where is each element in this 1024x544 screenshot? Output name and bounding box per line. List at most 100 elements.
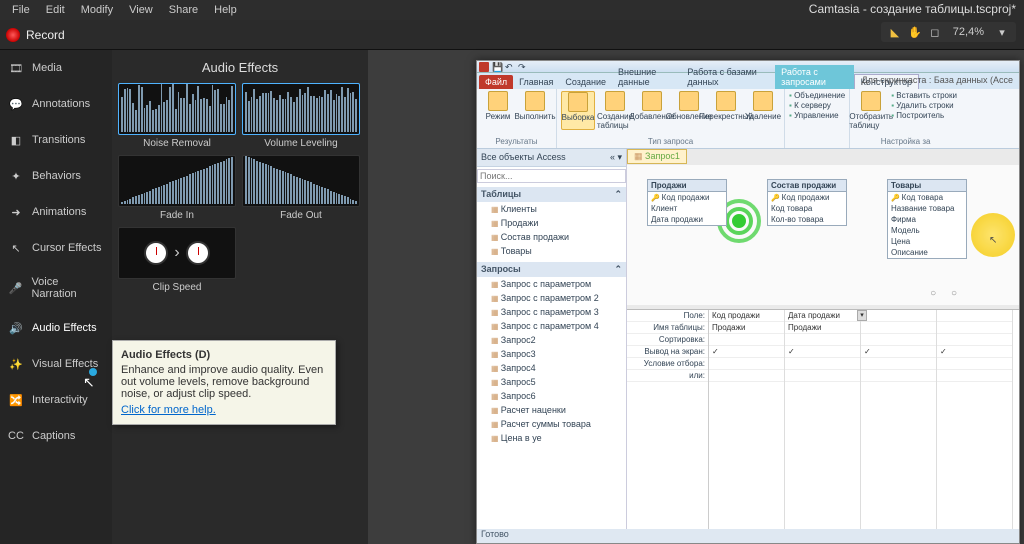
grid-sort-cell[interactable] (937, 334, 1012, 346)
fx-thumb-volume-leveling[interactable]: Volume Leveling (242, 83, 360, 149)
nav-item[interactable]: Клиенты (477, 202, 626, 216)
grid-sort-cell[interactable] (785, 334, 860, 346)
ribbon-small-item[interactable]: К серверу (789, 101, 845, 110)
relationship-canvas[interactable]: ○ ○ ПродажиКод продажиКлиентДата продажи… (627, 165, 1019, 305)
ribbon-btn-выполнить[interactable]: Выполнить (518, 91, 552, 121)
grid-or-cell[interactable] (709, 370, 784, 382)
qat-save-icon[interactable]: 💾 (492, 62, 502, 72)
nav-item[interactable]: Запрос с параметром (477, 277, 626, 291)
grid-field-cell[interactable]: Код продажи (709, 310, 784, 322)
grid-field-cell[interactable] (937, 310, 1012, 322)
nav-item[interactable]: Запрос с параметром 3 (477, 305, 626, 319)
sidebar-item-behaviors[interactable]: ✦Behaviors (0, 158, 112, 194)
table-field[interactable]: Описание (888, 247, 966, 258)
grid-show-checkbox[interactable] (861, 346, 936, 358)
grid-table-cell[interactable] (861, 322, 936, 334)
fx-thumb-noise-removal[interactable]: Noise Removal (118, 83, 236, 149)
grid-show-checkbox[interactable] (709, 346, 784, 358)
menu-view[interactable]: View (121, 4, 161, 16)
zoom-value[interactable]: 72,4% (947, 26, 990, 38)
field-dropdown-icon[interactable]: ▾ (857, 310, 867, 321)
table-field[interactable]: Клиент (648, 203, 726, 214)
table-field[interactable]: Фирма (888, 214, 966, 225)
grid-or-cell[interactable] (785, 370, 860, 382)
sidebar-item-audio-effects[interactable]: 🔊Audio Effects (0, 310, 112, 346)
table-box[interactable]: ТоварыКод товараНазвание товараФирмаМоде… (887, 179, 967, 259)
nav-header[interactable]: Все объекты Access« ▾ (477, 149, 626, 167)
tooltip-help-link[interactable]: Click for more help. (121, 404, 216, 416)
ribbon-tab-home[interactable]: Главная (513, 75, 559, 89)
sidebar-item-media[interactable]: 🎞Media (0, 50, 112, 86)
ribbon-small-item[interactable]: Построитель (891, 111, 957, 120)
sidebar-item-animations[interactable]: ➜Animations (0, 194, 112, 230)
menu-edit[interactable]: Edit (38, 4, 73, 16)
ribbon-tab-external[interactable]: Внешние данные (612, 65, 681, 89)
nav-group-header[interactable]: Запросы⌃ (477, 262, 626, 277)
ribbon-btn-удаление[interactable]: Удаление (746, 91, 780, 130)
grid-column[interactable] (937, 310, 1013, 529)
grid-show-checkbox[interactable] (937, 346, 1012, 358)
grid-field-cell[interactable]: Дата продажи (785, 310, 860, 322)
grid-show-checkbox[interactable] (785, 346, 860, 358)
nav-search-input[interactable] (477, 169, 626, 183)
grid-sort-cell[interactable] (709, 334, 784, 346)
menu-modify[interactable]: Modify (73, 4, 121, 16)
ribbon-tab-create[interactable]: Создание (559, 75, 612, 89)
ribbon-btn-отобразить-таблицу[interactable]: Отобразить таблицу (854, 91, 888, 130)
object-tab[interactable]: Запрос1 (627, 149, 687, 164)
menu-file[interactable]: File (4, 4, 38, 16)
grid-criteria-cell[interactable] (861, 358, 936, 370)
ribbon-btn-обновление[interactable]: Обновление (672, 91, 706, 130)
table-field[interactable]: Цена (888, 236, 966, 247)
ribbon-small-item[interactable]: Объединение (789, 91, 845, 100)
pointer-icon[interactable]: ◣ (887, 24, 903, 40)
ribbon-tab-file[interactable]: Файл (479, 75, 513, 89)
nav-group-header[interactable]: Таблицы⌃ (477, 187, 626, 202)
grid-table-cell[interactable] (937, 322, 1012, 334)
fx-thumb-fade-out[interactable]: Fade Out (242, 155, 360, 221)
grid-criteria-cell[interactable] (785, 358, 860, 370)
menu-share[interactable]: Share (161, 4, 206, 16)
qat-redo-icon[interactable]: ↷ (518, 62, 528, 72)
table-box[interactable]: Состав продажиКод продажиКод товараКол-в… (767, 179, 847, 226)
nav-item[interactable]: Продажи (477, 216, 626, 230)
grid-sort-cell[interactable] (861, 334, 936, 346)
query-grid[interactable]: Поле:Имя таблицы:Сортировка:Вывод на экр… (627, 309, 1019, 529)
nav-item[interactable]: Расчет наценки (477, 403, 626, 417)
zoom-dropdown-icon[interactable]: ▾ (994, 24, 1010, 40)
ribbon-btn-перекрестный[interactable]: Перекрестный (709, 91, 743, 130)
record-button[interactable]: Record (26, 28, 65, 42)
grid-column[interactable] (861, 310, 937, 529)
table-field[interactable]: Дата продажи (648, 214, 726, 225)
crop-icon[interactable]: ◻ (927, 24, 943, 40)
menu-help[interactable]: Help (206, 4, 245, 16)
nav-item[interactable]: Запрос5 (477, 375, 626, 389)
grid-or-cell[interactable] (861, 370, 936, 382)
grid-criteria-cell[interactable] (937, 358, 1012, 370)
grid-table-cell[interactable]: Продажи (785, 322, 860, 334)
nav-item[interactable]: Запрос4 (477, 361, 626, 375)
sidebar-item-annotations[interactable]: 💬Annotations (0, 86, 112, 122)
nav-item[interactable]: Запрос3 (477, 347, 626, 361)
table-field[interactable]: Код продажи (768, 192, 846, 203)
hand-icon[interactable]: ✋ (907, 24, 923, 40)
nav-item[interactable]: Расчет суммы товара (477, 417, 626, 431)
ribbon-tab-dbtools[interactable]: Работа с базами данных (681, 65, 775, 89)
ribbon-small-item[interactable]: Удалить строки (891, 101, 957, 110)
nav-item[interactable]: Запрос с параметром 2 (477, 291, 626, 305)
table-box[interactable]: ПродажиКод продажиКлиентДата продажи (647, 179, 727, 226)
nav-item[interactable]: Цена в уе (477, 431, 626, 445)
nav-item[interactable]: Запрос6 (477, 389, 626, 403)
grid-criteria-cell[interactable] (709, 358, 784, 370)
table-field[interactable]: Код товара (768, 203, 846, 214)
table-field[interactable]: Название товара (888, 203, 966, 214)
ribbon-btn-выборка[interactable]: Выборка (561, 91, 595, 130)
table-field[interactable]: Код товара (888, 192, 966, 203)
qat-undo-icon[interactable]: ↶ (505, 62, 515, 72)
sidebar-item-visual-effects[interactable]: ✨Visual Effects (0, 346, 112, 382)
nav-item[interactable]: Состав продажи (477, 230, 626, 244)
table-field[interactable]: Модель (888, 225, 966, 236)
grid-column[interactable]: Код продажиПродажи (709, 310, 785, 529)
fx-thumb-fade-in[interactable]: Fade In (118, 155, 236, 221)
ribbon-small-item[interactable]: Управление (789, 111, 845, 120)
